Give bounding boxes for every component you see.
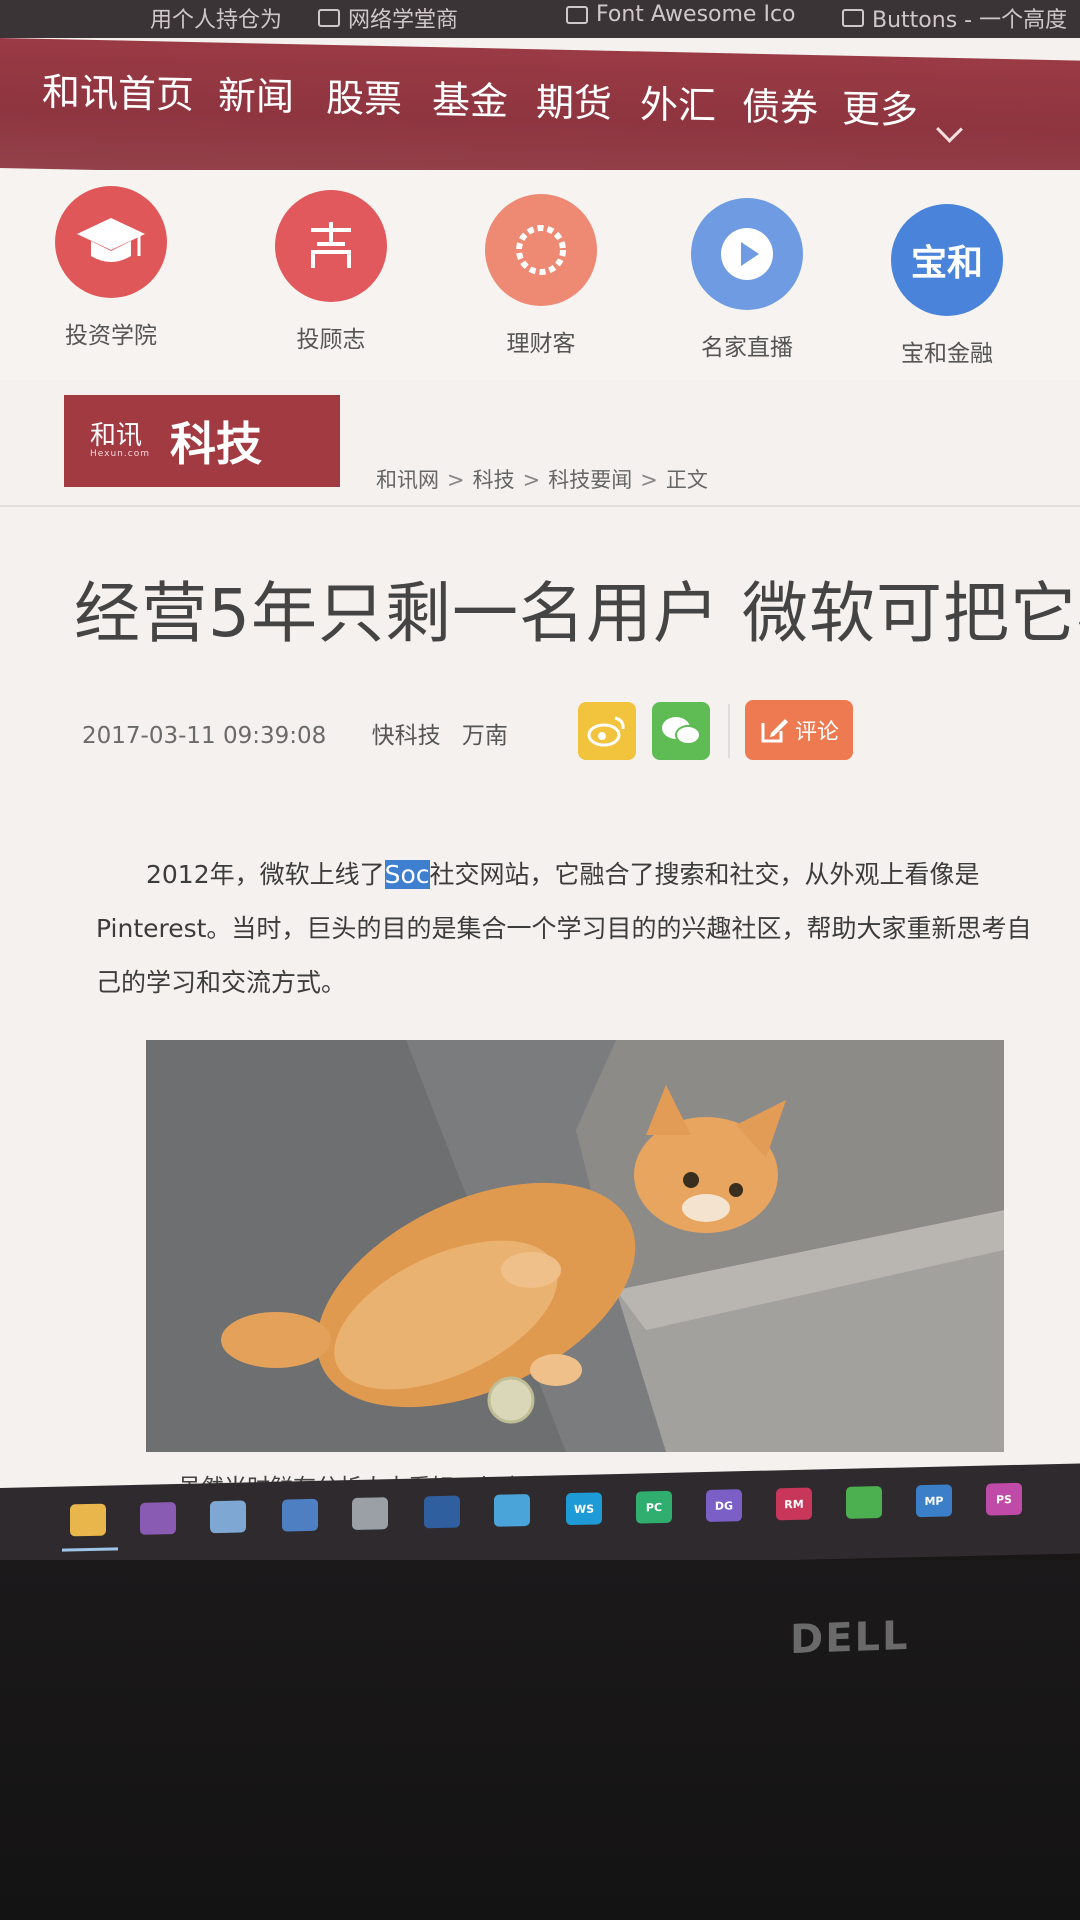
- photo-scene: 用个人持仓为 网络学堂商 Font Awesome Ico Buttons - …: [0, 0, 1080, 1920]
- powershell-icon[interactable]: [424, 1495, 460, 1529]
- rubymine-icon[interactable]: RM: [776, 1487, 812, 1521]
- browser-tab[interactable]: Font Awesome Ico: [566, 2, 796, 27]
- quick-link-label: 宝和金融: [901, 341, 993, 367]
- section-name: 科技: [169, 417, 262, 471]
- browser-tab[interactable]: 网络学堂商: [318, 2, 458, 34]
- weibo-icon: [587, 716, 625, 747]
- tab-favicon-icon: [566, 5, 588, 24]
- quick-link-baohe[interactable]: 宝和 宝和金融: [872, 204, 1022, 368]
- graduation-cap-icon: [55, 186, 167, 298]
- article-datetime: 2017-03-11 09:39:08: [82, 723, 327, 749]
- nav-item-bonds[interactable]: 债券: [742, 76, 818, 133]
- selected-text[interactable]: Soc: [384, 860, 430, 889]
- chevron-down-icon[interactable]: [936, 115, 963, 143]
- browser-tab-strip: 用个人持仓为 网络学堂商 Font Awesome Ico Buttons - …: [0, 0, 1080, 38]
- nav-item-news[interactable]: 新闻: [218, 65, 294, 122]
- quick-link-label: 投顾志: [296, 327, 366, 353]
- quick-link-wealth[interactable]: 理财客: [466, 194, 616, 358]
- wechat-icon[interactable]: [846, 1485, 882, 1519]
- breadcrumb: 和讯网 > 科技 > 科技要闻 > 正文: [376, 468, 708, 492]
- browser-tab[interactable]: Buttons - 一个高度: [842, 2, 1067, 34]
- file-explorer-icon[interactable]: [70, 1503, 106, 1537]
- article-title: 经营5年只剩一名用户 微软可把它枪毙: [74, 575, 1080, 652]
- browser-tab-label: 用个人持仓为: [150, 8, 283, 33]
- pycharm-icon[interactable]: PC: [636, 1490, 672, 1524]
- share-weibo-button[interactable]: [578, 702, 636, 760]
- section-logo[interactable]: 和讯 Hexun.com 科技: [64, 395, 340, 487]
- brand-domain: Hexun.com: [90, 449, 150, 459]
- nav-item-futures[interactable]: 期货: [536, 71, 612, 128]
- nav-item-home[interactable]: 和讯首页: [42, 61, 194, 119]
- article-photo-cat: [146, 1040, 1004, 1452]
- article-author: 万南: [461, 723, 508, 749]
- feishu-icon[interactable]: [494, 1493, 530, 1527]
- brand-mark: 和讯 Hexun.com: [90, 423, 150, 459]
- quick-link-label: 投资学院: [65, 323, 157, 349]
- quick-link-live[interactable]: 名家直播: [672, 198, 822, 362]
- browser-tab-label: Font Awesome Ico: [596, 2, 796, 27]
- tab-favicon-icon: [842, 9, 864, 27]
- baohe-badge-icon: 宝和: [891, 204, 1003, 316]
- nav-item-stocks[interactable]: 股票: [326, 67, 402, 124]
- play-icon: [691, 198, 803, 310]
- main-nav: 和讯首页 新闻 股票 基金 期货 外汇 债券 更多: [0, 38, 1080, 191]
- nav-item-more[interactable]: 更多: [842, 78, 918, 135]
- breadcrumb-tech[interactable]: 科技: [473, 468, 515, 492]
- nav-item-forex[interactable]: 外汇: [640, 73, 716, 130]
- tab-favicon-icon: [318, 9, 340, 27]
- monitor-screen: 用个人持仓为 网络学堂商 Font Awesome Ico Buttons - …: [0, 0, 1080, 1520]
- webstorm-icon[interactable]: WS: [566, 1492, 602, 1526]
- printer-icon[interactable]: [352, 1497, 388, 1531]
- quick-link-label: 理财客: [506, 331, 576, 357]
- breadcrumb-home[interactable]: 和讯网: [376, 468, 439, 492]
- share-wechat-button[interactable]: [652, 702, 710, 760]
- quick-links-row: 投资学院 投顾志 理财客 名家直播 宝和 宝和金融: [0, 170, 1080, 380]
- edit-icon: [761, 719, 788, 743]
- browser-tab-label: Buttons - 一个高度: [872, 8, 1068, 33]
- monitor-bezel: [0, 1560, 1080, 1920]
- article-paragraph: 2012年，微软上线了Soc社交网站，它融合了搜索和社交，从外观上看像是Pint…: [96, 848, 1056, 1010]
- mp-icon[interactable]: MP: [916, 1484, 952, 1518]
- photoshop-icon[interactable]: PS: [986, 1482, 1022, 1516]
- article-source: 快科技: [371, 723, 441, 749]
- paragraph-text: 2012年，微软上线了: [146, 860, 385, 889]
- datagrip-icon[interactable]: DG: [706, 1489, 742, 1522]
- monitor-brand-logo: DELL: [790, 1612, 910, 1664]
- browser-tab-label: 网络学堂商: [348, 8, 459, 33]
- github-desktop-icon[interactable]: [140, 1502, 176, 1535]
- wechat-icon: [662, 717, 701, 745]
- wreath-icon: [485, 194, 597, 306]
- article-meta: 2017-03-11 09:39:08 快科技 万南: [82, 716, 508, 750]
- quick-link-label: 名家直播: [701, 335, 793, 361]
- comment-label: 评论: [794, 720, 839, 745]
- share-divider: [728, 704, 730, 758]
- quick-link-advisor[interactable]: 投顾志: [256, 190, 406, 354]
- network-icon[interactable]: [210, 1500, 246, 1534]
- brand-name: 和讯: [90, 421, 143, 451]
- breadcrumb-tech-news[interactable]: 科技要闻: [548, 468, 632, 492]
- comment-button[interactable]: 评论: [745, 700, 853, 760]
- computer-icon[interactable]: [282, 1498, 318, 1532]
- zhi-badge-icon: [275, 190, 387, 302]
- nav-item-funds[interactable]: 基金: [432, 69, 508, 126]
- divider: [0, 505, 1080, 507]
- browser-tab[interactable]: 用个人持仓为: [150, 2, 282, 34]
- breadcrumb-current: 正文: [665, 468, 708, 492]
- taskbar-active-indicator: [62, 1547, 118, 1552]
- quick-link-academy[interactable]: 投资学院: [36, 186, 186, 350]
